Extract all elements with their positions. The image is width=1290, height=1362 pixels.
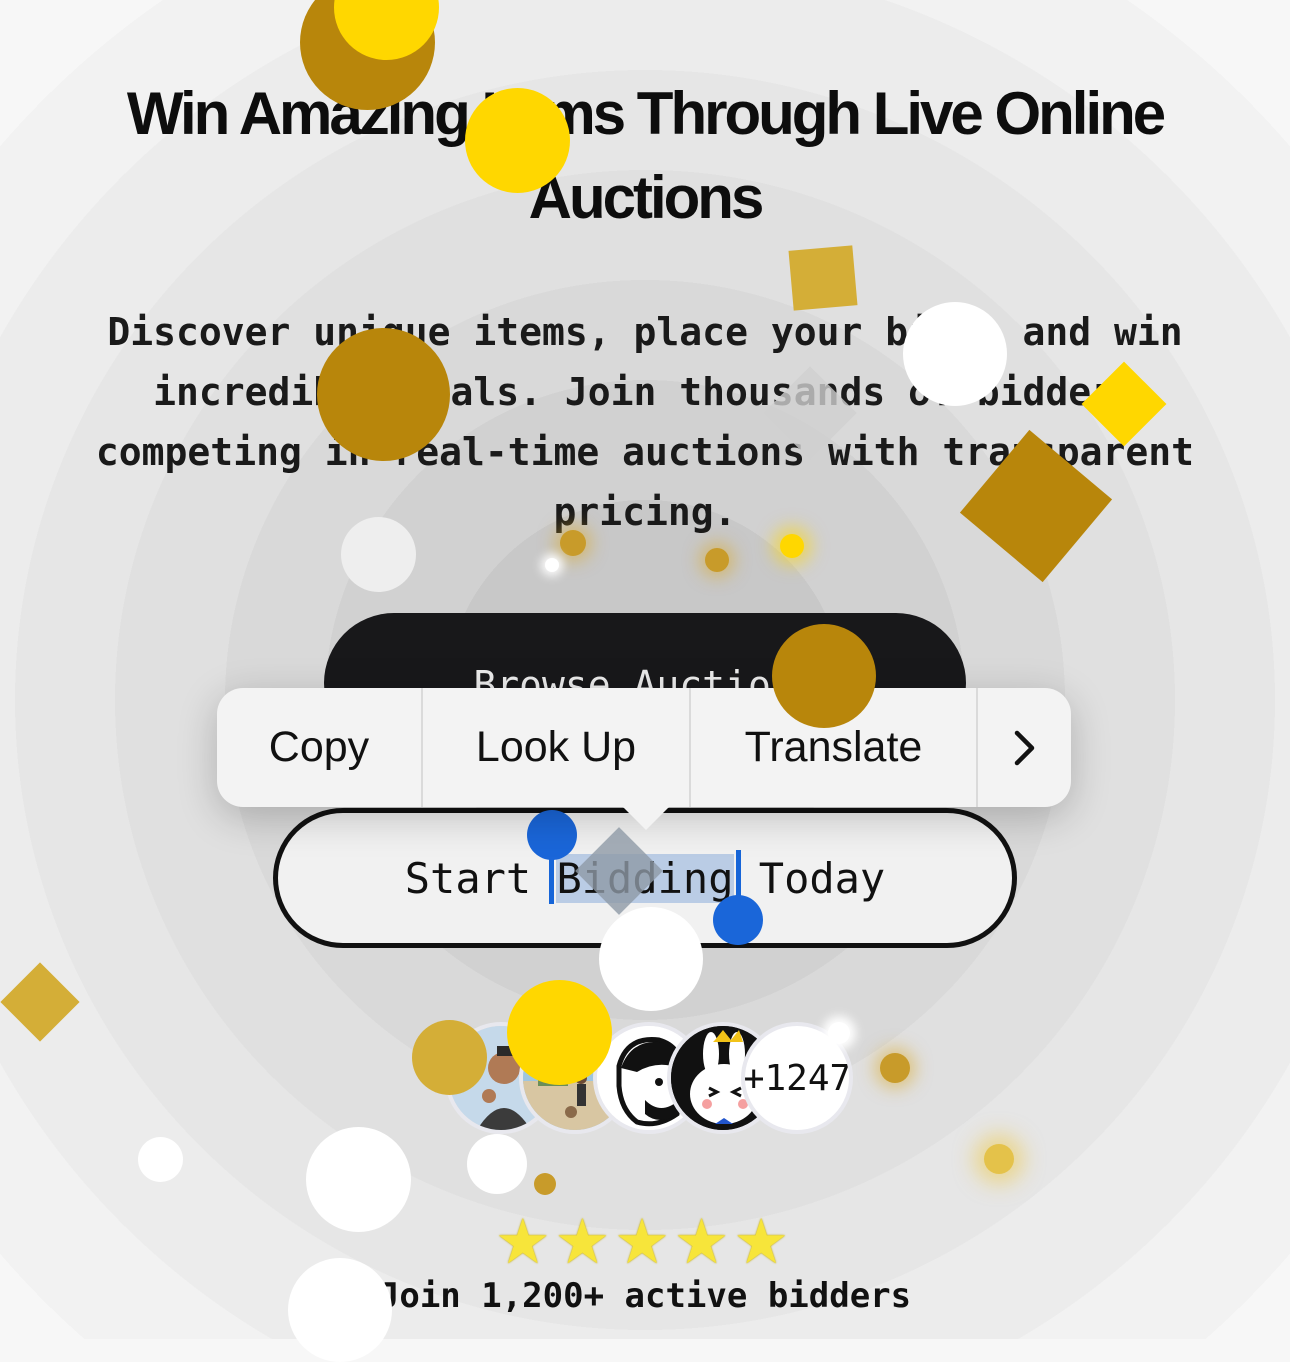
star-icon: ★ bbox=[554, 1208, 611, 1277]
selection-end-handle[interactable] bbox=[713, 895, 763, 945]
chevron-right-icon bbox=[1014, 730, 1034, 765]
menu-pointer bbox=[622, 806, 670, 830]
selected-text[interactable]: Bidding bbox=[556, 853, 734, 903]
star-icon: ★ bbox=[614, 1208, 670, 1277]
menu-item-label: Look Up bbox=[475, 723, 637, 771]
more-bidders-count: +1247 bbox=[741, 1022, 853, 1134]
selection-start-handle[interactable] bbox=[527, 810, 577, 860]
menu-item-copy[interactable]: Copy bbox=[217, 688, 423, 807]
menu-item-label: Translate bbox=[744, 723, 923, 771]
start-label-suffix: Today bbox=[733, 853, 886, 903]
menu-item-label: Copy bbox=[268, 723, 370, 771]
rating-stars: ★ ★ ★ ★ ★ bbox=[495, 1212, 789, 1274]
start-label-prefix: Start bbox=[404, 853, 557, 903]
text-context-menu: Copy Look Up Translate bbox=[217, 688, 1071, 807]
star-icon: ★ bbox=[495, 1208, 551, 1277]
menu-more-button[interactable] bbox=[978, 688, 1071, 807]
menu-item-translate[interactable]: Translate bbox=[691, 688, 978, 807]
star-icon: ★ bbox=[673, 1208, 730, 1277]
hero-title: Win Amazing Items Through Live Online Au… bbox=[126, 80, 1166, 231]
hero-subtitle: Discover unique items, place your bids, … bbox=[95, 310, 1195, 534]
active-bidders-text: Join 1,200+ active bidders bbox=[378, 1276, 912, 1316]
menu-item-look-up[interactable]: Look Up bbox=[423, 688, 691, 807]
star-icon: ★ bbox=[733, 1208, 789, 1277]
